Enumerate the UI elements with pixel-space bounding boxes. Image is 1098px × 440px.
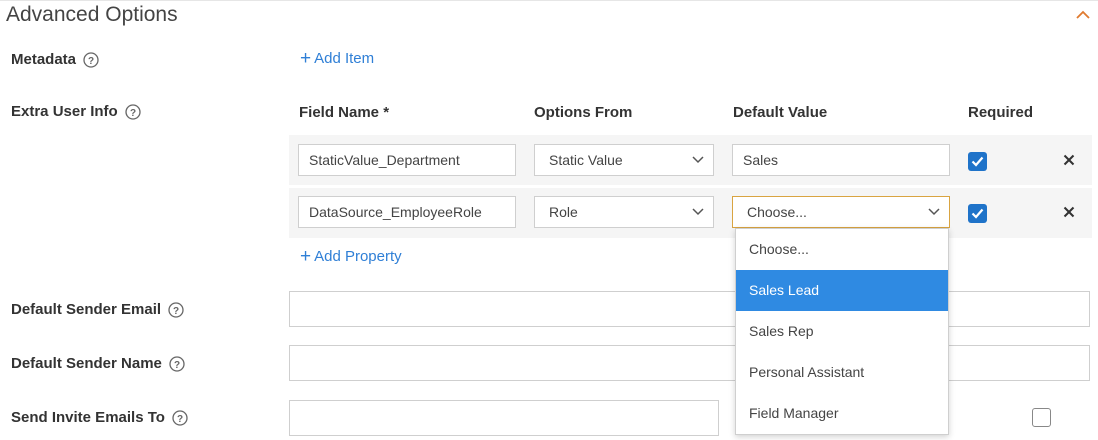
help-icon[interactable]: ? <box>172 409 188 426</box>
options-from-value: Static Value <box>549 152 623 168</box>
dropdown-option-choose[interactable]: Choose... <box>736 229 948 270</box>
svg-text:?: ? <box>177 414 183 425</box>
required-checkbox[interactable] <box>968 204 987 223</box>
add-item-link[interactable]: + Add Item <box>300 49 374 68</box>
default-sender-email-label-text: Default Sender Email <box>11 301 162 318</box>
field-name-input[interactable]: DataSource_EmployeeRole <box>298 196 516 228</box>
help-icon[interactable]: ? <box>125 103 141 120</box>
svg-text:?: ? <box>130 108 136 119</box>
close-icon[interactable] <box>1063 206 1075 218</box>
chevron-down-icon <box>692 156 704 164</box>
svg-text:?: ? <box>173 306 179 317</box>
options-from-select[interactable]: Static Value <box>534 144 714 176</box>
default-value-selected: Choose... <box>747 204 807 220</box>
dropdown-option-field-manager[interactable]: Field Manager <box>736 393 948 434</box>
dropdown-option-sales-rep[interactable]: Sales Rep <box>736 311 948 352</box>
close-icon[interactable] <box>1063 154 1075 166</box>
default-value-dropdown-list: Choose... Sales Lead Sales Rep Personal … <box>735 228 949 435</box>
chevron-down-icon <box>928 208 940 216</box>
required-checkbox[interactable] <box>968 152 987 171</box>
default-sender-name-input[interactable] <box>289 345 1090 381</box>
help-icon[interactable]: ? <box>169 355 185 372</box>
svg-text:?: ? <box>174 360 180 371</box>
options-from-select[interactable]: Role <box>534 196 714 228</box>
metadata-label: Metadata ? <box>11 51 99 68</box>
chevron-down-icon <box>692 208 704 216</box>
help-icon[interactable]: ? <box>83 51 99 68</box>
column-header-required: Required <box>968 104 1034 121</box>
default-sender-name-label-text: Default Sender Name <box>11 355 162 372</box>
send-invite-emails-to-label-text: Send Invite Emails To <box>11 409 165 426</box>
chevron-up-icon[interactable] <box>1074 8 1092 22</box>
dropdown-option-personal-assistant[interactable]: Personal Assistant <box>736 352 948 393</box>
options-from-value: Role <box>549 204 578 220</box>
plus-icon: + <box>300 246 312 267</box>
column-header-default-value: Default Value <box>733 104 828 121</box>
default-sender-name-label: Default Sender Name ? <box>11 355 185 372</box>
extra-user-info-label: Extra User Info ? <box>11 103 141 120</box>
svg-text:?: ? <box>88 56 94 67</box>
metadata-label-text: Metadata <box>11 51 77 68</box>
plus-icon: + <box>300 48 312 69</box>
extra-user-info-label-text: Extra User Info <box>11 103 118 120</box>
checkmark-icon <box>971 208 984 219</box>
column-header-options-from: Options From <box>534 104 633 121</box>
column-header-field-name: Field Name * <box>299 104 390 121</box>
send-invite-emails-to-label: Send Invite Emails To ? <box>11 409 188 426</box>
dropdown-option-sales-lead[interactable]: Sales Lead <box>736 270 948 311</box>
help-icon[interactable]: ? <box>168 301 184 318</box>
send-invite-checkbox[interactable] <box>1032 408 1051 427</box>
add-property-link[interactable]: + Add Property <box>300 247 402 266</box>
default-sender-email-input[interactable] <box>289 291 1090 327</box>
checkmark-icon <box>971 156 984 167</box>
default-value-select[interactable]: Choose... <box>732 196 950 228</box>
add-property-label: Add Property <box>314 248 402 265</box>
default-sender-email-label: Default Sender Email ? <box>11 301 184 318</box>
default-value-input[interactable]: Sales <box>732 144 950 176</box>
add-item-label: Add Item <box>314 50 375 67</box>
section-title: Advanced Options <box>6 3 178 26</box>
field-name-input[interactable]: StaticValue_Department <box>298 144 516 176</box>
send-invite-emails-to-input[interactable] <box>289 400 719 436</box>
top-divider <box>0 0 1098 1</box>
